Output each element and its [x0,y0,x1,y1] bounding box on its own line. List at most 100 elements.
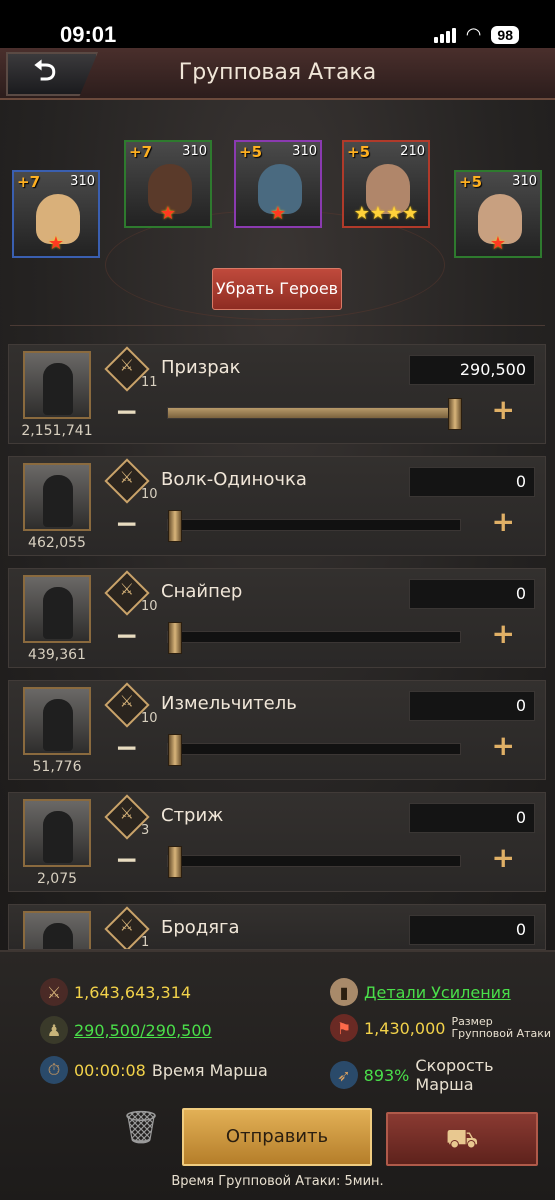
march-speed-value: 893% [363,1065,410,1085]
troop-tier: 10 [141,487,158,502]
boost-details[interactable]: ▮ Детали Усиления [330,978,511,1006]
send-button[interactable]: Отправить [182,1108,372,1166]
troop-available-count: 462,055 [28,535,86,551]
page-title: Групповая Атака [178,60,377,85]
troop-quantity-input[interactable]: 0 [409,579,535,609]
battery-indicator: 98 [491,25,519,44]
trash-icon[interactable]: 🗑 [118,1108,164,1154]
troop-tier: 11 [141,375,158,390]
troop-quantity-input[interactable]: 290,500 [409,355,535,385]
status-bar: 09:01 ◠ 98 [0,0,555,48]
increase-button[interactable]: + [492,841,515,874]
march-time-value: 00:00:08 [74,1060,146,1080]
rally-size-label: Размер Групповой Атаки [451,1015,552,1040]
increase-button[interactable]: + [492,505,515,538]
slider-thumb[interactable] [448,398,462,430]
hero-slot-4[interactable]: +5 210 ★★★★ [342,140,430,228]
hero-stars: ★ [159,203,177,224]
march-time-label: Время Марша [151,1060,268,1080]
decrease-button[interactable]: − [115,731,138,764]
status-time: 09:01 [60,22,117,47]
troop-name: Волк-Одиночка [161,469,307,490]
increase-button[interactable]: + [492,617,515,650]
hero-power: 210 [400,144,425,159]
troop-tier: 10 [141,711,158,726]
hero-level: +7 [129,143,153,161]
remove-heroes-button[interactable]: Убрать Героев [212,268,342,310]
increase-button[interactable]: + [492,729,515,762]
rally-size-value: 1,430,000 [364,1018,446,1038]
troops-stat: ♟ 290,500/290,500 [40,1016,212,1044]
motorcycle-button[interactable]: ⛟ [386,1112,538,1166]
troop-portrait [23,799,91,867]
troop-portrait [23,687,91,755]
hero-stars: ★ [47,233,65,254]
troop-name: Снайпер [161,581,243,602]
troop-portrait [23,351,91,419]
divider [10,325,545,326]
troop-tier: 10 [141,599,158,614]
troop-slider[interactable] [167,734,461,766]
wifi-icon: ◠ [465,24,482,45]
troop-tier: 3 [141,823,150,838]
troop-name: Стриж [161,805,224,826]
power-value: 1,643,643,314 [74,982,192,1002]
hero-stars: ★★★★ [353,203,419,224]
troop-portrait [23,911,91,949]
motorcycle-icon: ⛟ [445,1124,479,1154]
boost-details-link[interactable]: Детали Усиления [364,983,511,1002]
troop-name: Призрак [161,357,241,378]
slider-thumb[interactable] [168,622,182,654]
troop-quantity-input[interactable]: 0 [409,803,535,833]
hero-level: +5 [459,173,483,191]
slider-thumb[interactable] [168,846,182,878]
troop-row: 51,776 10 Измельчитель 0 − + [8,680,546,780]
increase-button[interactable]: + [492,393,515,426]
hero-slot-5[interactable]: +5 310 ★ [454,170,542,258]
decrease-button[interactable]: − [115,843,138,876]
hero-power: 310 [292,144,317,159]
hero-slot-3[interactable]: +5 310 ★ [234,140,322,228]
hero-power: 310 [182,144,207,159]
hero-stars: ★ [489,233,507,254]
hero-power: 310 [70,174,95,189]
troop-quantity-input[interactable]: 0 [409,915,535,945]
hero-level: +5 [347,143,371,161]
header: ⮌ Групповая Атака [0,48,555,100]
troop-tier: 1 [141,935,150,950]
decrease-button[interactable]: − [115,507,138,540]
troop-available-count: 439,361 [28,647,86,663]
hero-stars: ★ [269,203,287,224]
troop-row: 439,361 10 Снайпер 0 − + [8,568,546,668]
slider-thumb[interactable] [168,734,182,766]
troop-slider[interactable] [167,510,461,542]
hero-slot-1[interactable]: +7 310 ★ [12,170,100,258]
troop-row: 462,055 10 Волк-Одиночка 0 − + [8,456,546,556]
rally-time-note: Время Групповой Атаки: 5мин. [171,1174,384,1189]
troop-slider[interactable] [167,846,461,878]
troop-slider[interactable] [167,398,462,430]
decrease-button[interactable]: − [115,395,138,428]
troop-available-count: 2,151,741 [21,423,93,439]
hero-slot-2[interactable]: +7 310 ★ [124,140,212,228]
slider-thumb[interactable] [168,510,182,542]
troop-portrait [23,463,91,531]
troop-quantity-input[interactable]: 0 [409,467,535,497]
hero-level: +7 [17,173,41,191]
decrease-button[interactable]: − [115,619,138,652]
troop-quantity-input[interactable]: 0 [409,691,535,721]
rally-size-stat: ⚑ 1,430,000 Размер Групповой Атаки [330,1014,555,1042]
march-time-stat: ⏱ 00:00:08 Время Марша [40,1056,268,1084]
march-speed-label: Скорость Марша [415,1056,494,1094]
boot-icon: ➶ [330,1061,358,1089]
troop-portrait [23,575,91,643]
main-area: +7 310 ★ +7 310 ★ +5 310 ★ +5 210 ★★★★ +… [0,100,555,950]
troops-value[interactable]: 290,500/290,500 [74,1021,212,1040]
cellular-signal-icon [433,27,456,43]
bar-chart-icon: ▮ [330,978,358,1006]
bottom-panel: ⚔ 1,643,643,314 ▮ Детали Усиления ♟ 290,… [0,950,555,1200]
troop-row: 2,075 3 Стриж 0 − + [8,792,546,892]
march-speed-stat: ➶ 893% Скорость Марша [330,1056,555,1094]
troop-slider[interactable] [167,622,461,654]
hero-power: 310 [512,174,537,189]
